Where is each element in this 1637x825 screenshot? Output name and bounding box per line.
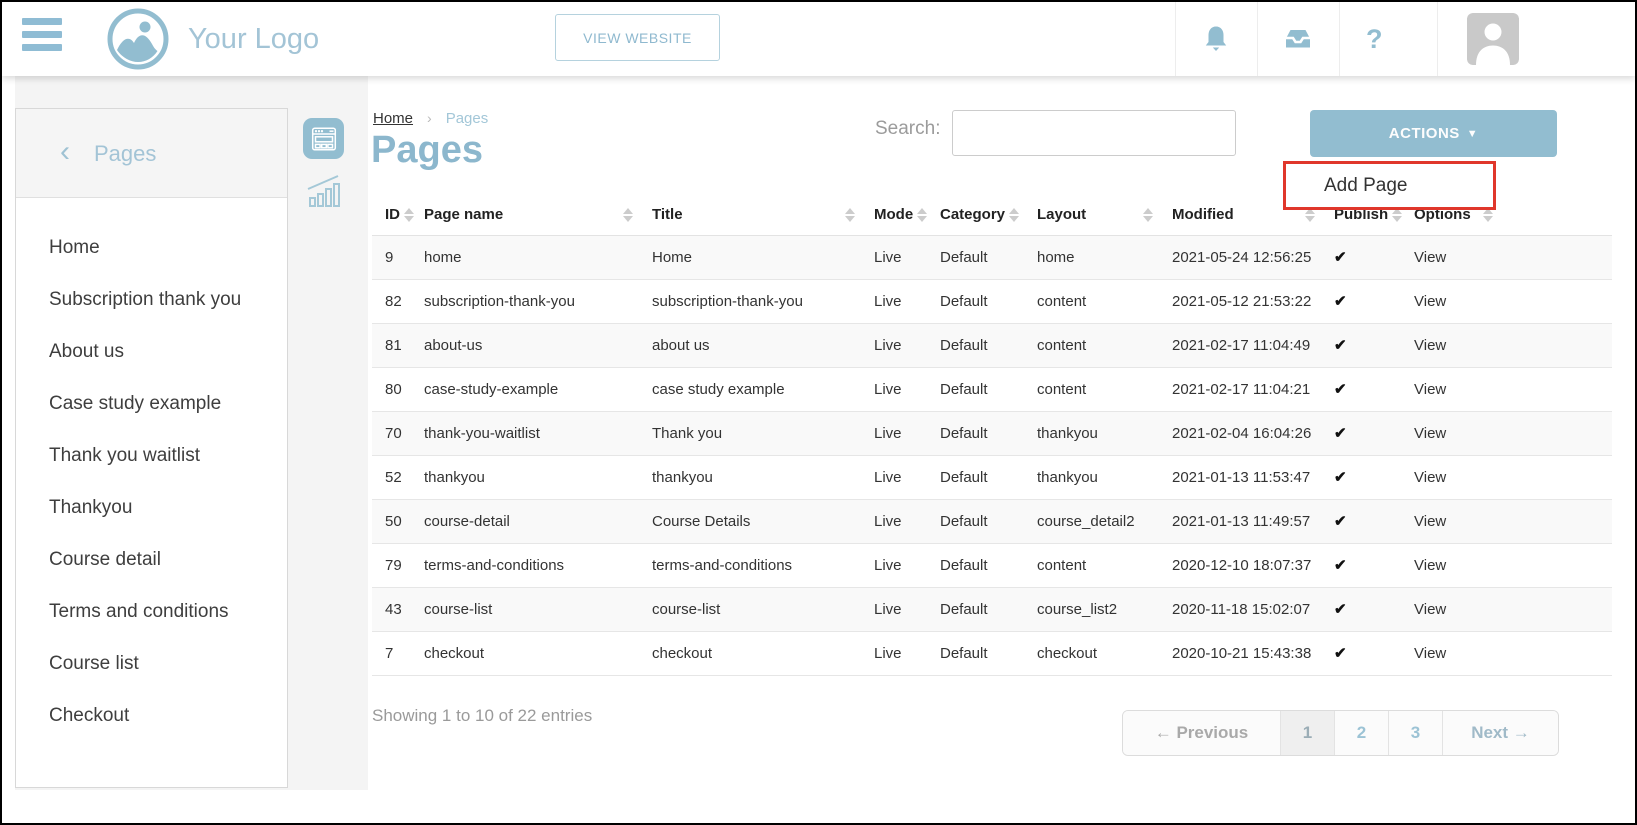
publish-check-icon: ✔ bbox=[1334, 337, 1347, 354]
pagination-page-1[interactable]: 1 bbox=[1280, 711, 1334, 755]
column-header-category[interactable]: Category bbox=[927, 195, 1024, 235]
sidebar-nav: Home Subscription thank you About us Cas… bbox=[16, 198, 287, 742]
sidebar-header[interactable]: ‹ Pages bbox=[16, 109, 287, 198]
sidebar-item-thankyou[interactable]: Thankyou bbox=[16, 482, 287, 534]
table-row: 43course-listcourse-listLiveDefaultcours… bbox=[372, 587, 1612, 631]
search-label: Search: bbox=[875, 118, 940, 140]
main-content: Home › Pages Pages Search: ACTIONS ▼ Add Pa… bbox=[368, 76, 1635, 823]
user-avatar[interactable] bbox=[1467, 13, 1519, 65]
publish-check-icon: ✔ bbox=[1334, 513, 1347, 530]
view-link[interactable]: View bbox=[1414, 425, 1446, 442]
publish-check-icon: ✔ bbox=[1334, 469, 1347, 486]
view-link[interactable]: View bbox=[1414, 293, 1446, 310]
pages-module-icon[interactable] bbox=[303, 118, 344, 159]
logo-image-icon[interactable] bbox=[105, 6, 171, 72]
actions-button-label: ACTIONS bbox=[1389, 125, 1460, 142]
pagination-page-2[interactable]: 2 bbox=[1334, 711, 1388, 755]
header-divider bbox=[1437, 2, 1438, 76]
column-header-layout[interactable]: Layout bbox=[1024, 195, 1159, 235]
app-window: Your Logo VIEW WEBSITE ? bbox=[0, 0, 1637, 825]
header-divider bbox=[1257, 2, 1258, 76]
table-row: 7checkoutcheckoutLiveDefaultcheckout2020… bbox=[372, 631, 1612, 675]
chevron-left-icon: ‹ bbox=[60, 109, 70, 195]
table-row: 82subscription-thank-yousubscription-tha… bbox=[372, 279, 1612, 323]
pagination-previous-button[interactable]: ← Previous bbox=[1123, 711, 1280, 755]
sort-icon bbox=[623, 208, 633, 222]
pagination-next-button[interactable]: Next → bbox=[1442, 711, 1558, 755]
view-link[interactable]: View bbox=[1414, 513, 1446, 530]
breadcrumb-current: Pages bbox=[446, 110, 489, 127]
column-header-title[interactable]: Title bbox=[639, 195, 861, 235]
view-link[interactable]: View bbox=[1414, 469, 1446, 486]
view-link[interactable]: View bbox=[1414, 557, 1446, 574]
spacer-column bbox=[1499, 195, 1612, 235]
table-row: 80case-study-examplecase study exampleLi… bbox=[372, 367, 1612, 411]
caret-down-icon: ▼ bbox=[1467, 128, 1478, 140]
sidebar-item-thank-you-waitlist[interactable]: Thank you waitlist bbox=[16, 430, 287, 482]
view-link[interactable]: View bbox=[1414, 381, 1446, 398]
sidebar-item-case-study-example[interactable]: Case study example bbox=[16, 378, 287, 430]
sidebar: ‹ Pages Home Subscription thank you Abou… bbox=[15, 108, 288, 788]
table-row: 52thankyouthankyouLiveDefaultthankyou202… bbox=[372, 455, 1612, 499]
inbox-tray-icon[interactable] bbox=[1282, 23, 1314, 55]
breadcrumb-home-link[interactable]: Home bbox=[373, 110, 413, 127]
column-header-id[interactable]: ID bbox=[372, 195, 411, 235]
page-title: Pages bbox=[371, 129, 483, 172]
publish-check-icon: ✔ bbox=[1334, 601, 1347, 618]
sidebar-item-course-detail[interactable]: Course detail bbox=[16, 534, 287, 586]
sort-icon bbox=[404, 208, 414, 222]
view-link[interactable]: View bbox=[1414, 645, 1446, 662]
notifications-bell-icon[interactable] bbox=[1200, 23, 1232, 55]
sort-icon bbox=[1009, 208, 1019, 222]
header-divider bbox=[1175, 2, 1176, 76]
pagination-page-3[interactable]: 3 bbox=[1388, 711, 1442, 755]
view-link[interactable]: View bbox=[1414, 249, 1446, 266]
table-row: 50course-detailCourse DetailsLiveDefault… bbox=[372, 499, 1612, 543]
table-row: 9homeHomeLiveDefaulthome2021-05-24 12:56… bbox=[372, 235, 1612, 279]
table-row: 70thank-you-waitlistThank youLiveDefault… bbox=[372, 411, 1612, 455]
publish-check-icon: ✔ bbox=[1334, 425, 1347, 442]
publish-check-icon: ✔ bbox=[1334, 249, 1347, 266]
table-row: 79terms-and-conditionsterms-and-conditio… bbox=[372, 543, 1612, 587]
stats-chart-icon[interactable] bbox=[303, 170, 344, 211]
logo-text[interactable]: Your Logo bbox=[188, 2, 319, 76]
column-header-page-name[interactable]: Page name bbox=[411, 195, 639, 235]
breadcrumb: Home › Pages bbox=[373, 110, 488, 127]
sort-icon bbox=[845, 208, 855, 222]
sidebar-item-terms-and-conditions[interactable]: Terms and conditions bbox=[16, 586, 287, 638]
hamburger-menu-icon[interactable] bbox=[22, 18, 62, 60]
sidebar-item-home[interactable]: Home bbox=[16, 222, 287, 274]
publish-check-icon: ✔ bbox=[1334, 557, 1347, 574]
view-website-button[interactable]: VIEW WEBSITE bbox=[555, 14, 720, 61]
actions-dropdown-menu: Add Page bbox=[1283, 161, 1496, 210]
sort-icon bbox=[917, 208, 927, 222]
sidebar-item-subscription-thank-you[interactable]: Subscription thank you bbox=[16, 274, 287, 326]
add-page-menu-item[interactable]: Add Page bbox=[1286, 164, 1493, 207]
body-area: ‹ Pages Home Subscription thank you Abou… bbox=[2, 76, 1635, 823]
publish-check-icon: ✔ bbox=[1334, 293, 1347, 310]
help-icon[interactable]: ? bbox=[1366, 2, 1383, 76]
breadcrumb-separator-icon: › bbox=[427, 110, 432, 126]
publish-check-icon: ✔ bbox=[1334, 645, 1347, 662]
sidebar-item-about-us[interactable]: About us bbox=[16, 326, 287, 378]
sort-icon bbox=[1143, 208, 1153, 222]
actions-button[interactable]: ACTIONS ▼ bbox=[1310, 110, 1557, 157]
sidebar-title: Pages bbox=[94, 109, 156, 198]
app-header: Your Logo VIEW WEBSITE ? bbox=[2, 2, 1635, 76]
entries-summary: Showing 1 to 10 of 22 entries bbox=[372, 706, 592, 726]
publish-check-icon: ✔ bbox=[1334, 381, 1347, 398]
sidebar-item-course-list[interactable]: Course list bbox=[16, 638, 287, 690]
sidebar-item-checkout[interactable]: Checkout bbox=[16, 690, 287, 742]
pagination: ← Previous 1 2 3 Next → bbox=[1122, 710, 1559, 756]
view-link[interactable]: View bbox=[1414, 601, 1446, 618]
table-row: 81about-usabout usLiveDefaultcontent2021… bbox=[372, 323, 1612, 367]
header-divider bbox=[1339, 2, 1340, 76]
column-header-mode[interactable]: Mode bbox=[861, 195, 927, 235]
search-input[interactable] bbox=[952, 110, 1236, 156]
view-link[interactable]: View bbox=[1414, 337, 1446, 354]
pages-table: ID Page name Title Mode Category Layout … bbox=[372, 195, 1612, 676]
